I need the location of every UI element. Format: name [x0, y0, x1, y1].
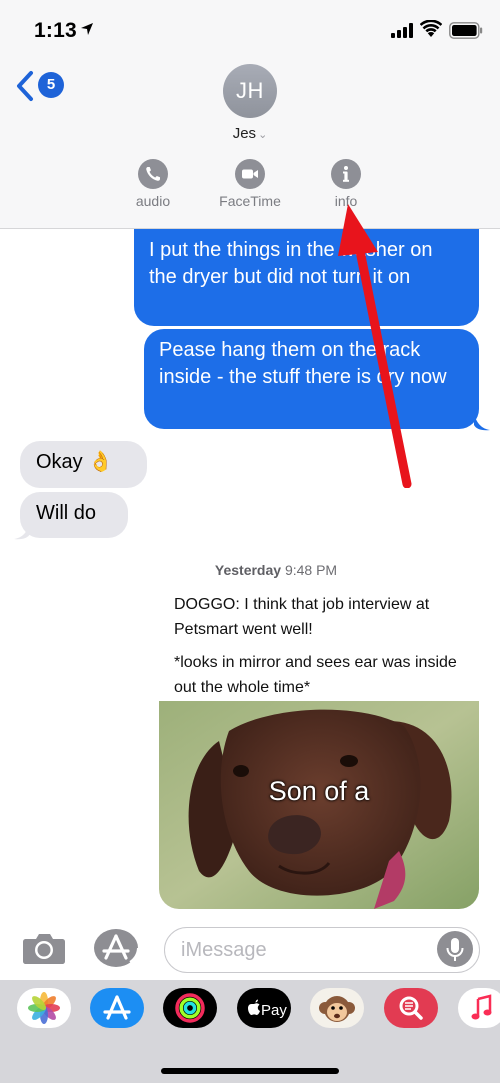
microphone-button[interactable]: [437, 931, 473, 967]
meme-caption: Son of a: [268, 776, 370, 806]
received-message-bubble[interactable]: Will do: [20, 492, 128, 538]
shared-post-line: DOGGO: I think that job interview at Pet…: [174, 596, 430, 638]
video-camera-icon: [235, 159, 265, 189]
back-button[interactable]: 5: [14, 68, 64, 104]
contact-avatar[interactable]: JH: [223, 64, 277, 118]
received-bubble-tail: [14, 522, 30, 540]
message-timestamp: Yesterday 9:48 PM: [0, 562, 500, 578]
battery-icon: [449, 22, 483, 39]
animoji-app-icon[interactable]: [310, 988, 364, 1028]
camera-icon: [23, 934, 65, 964]
timestamp-day: Yesterday: [214, 562, 282, 578]
svg-text:Pay: Pay: [261, 1002, 287, 1019]
apple-pay-app-icon[interactable]: Pay: [237, 988, 291, 1028]
compose-bar: iMessage: [0, 920, 500, 980]
shared-post-card[interactable]: DOGGO: I think that job interview at Pet…: [159, 584, 479, 909]
music-app-icon[interactable]: [458, 988, 500, 1028]
shared-post-text: DOGGO: I think that job interview at Pet…: [174, 592, 474, 708]
imessage-app-drawer: Pay: [0, 980, 500, 1083]
status-time: 1:13: [34, 19, 77, 42]
activity-app-icon[interactable]: [163, 988, 217, 1028]
chevron-down-icon: ⌄: [258, 129, 268, 141]
received-message-bubble[interactable]: Okay 👌: [20, 441, 147, 488]
audio-call-button[interactable]: audio: [103, 159, 203, 209]
annotation-arrow: [338, 204, 412, 488]
status-bar: 1:13: [0, 0, 500, 60]
cellular-signal-icon: [391, 23, 413, 38]
app-store-button[interactable]: [94, 928, 140, 968]
location-arrow-icon: [81, 23, 93, 35]
contact-name-label: Jes: [232, 125, 257, 142]
unread-count-badge: 5: [38, 72, 64, 98]
timestamp-time: 9:48 PM: [284, 562, 338, 578]
wifi-icon: [420, 20, 442, 37]
conversation-header: 1:13 5 JH Jes ⌄ audio FaceTime info: [0, 0, 500, 229]
search-images-app-icon[interactable]: [384, 988, 438, 1028]
home-indicator[interactable]: [161, 1068, 339, 1074]
microphone-icon: [446, 938, 464, 961]
message-input[interactable]: iMessage: [164, 927, 480, 973]
app-store-icon: [94, 929, 139, 967]
facetime-button[interactable]: FaceTime: [200, 159, 300, 209]
phone-icon: [138, 159, 168, 189]
info-icon: [331, 159, 361, 189]
contact-name[interactable]: Jes ⌄: [0, 125, 500, 142]
sent-bubble-tail: [474, 413, 490, 431]
photos-app-icon[interactable]: [17, 988, 71, 1028]
audio-label: audio: [135, 193, 171, 209]
facetime-label: FaceTime: [219, 193, 281, 209]
shared-post-line: *looks in mirror and sees ear was inside…: [174, 654, 457, 696]
chevron-left-icon: [17, 71, 33, 101]
app-store-app-icon[interactable]: [90, 988, 144, 1028]
camera-button[interactable]: [22, 931, 66, 965]
